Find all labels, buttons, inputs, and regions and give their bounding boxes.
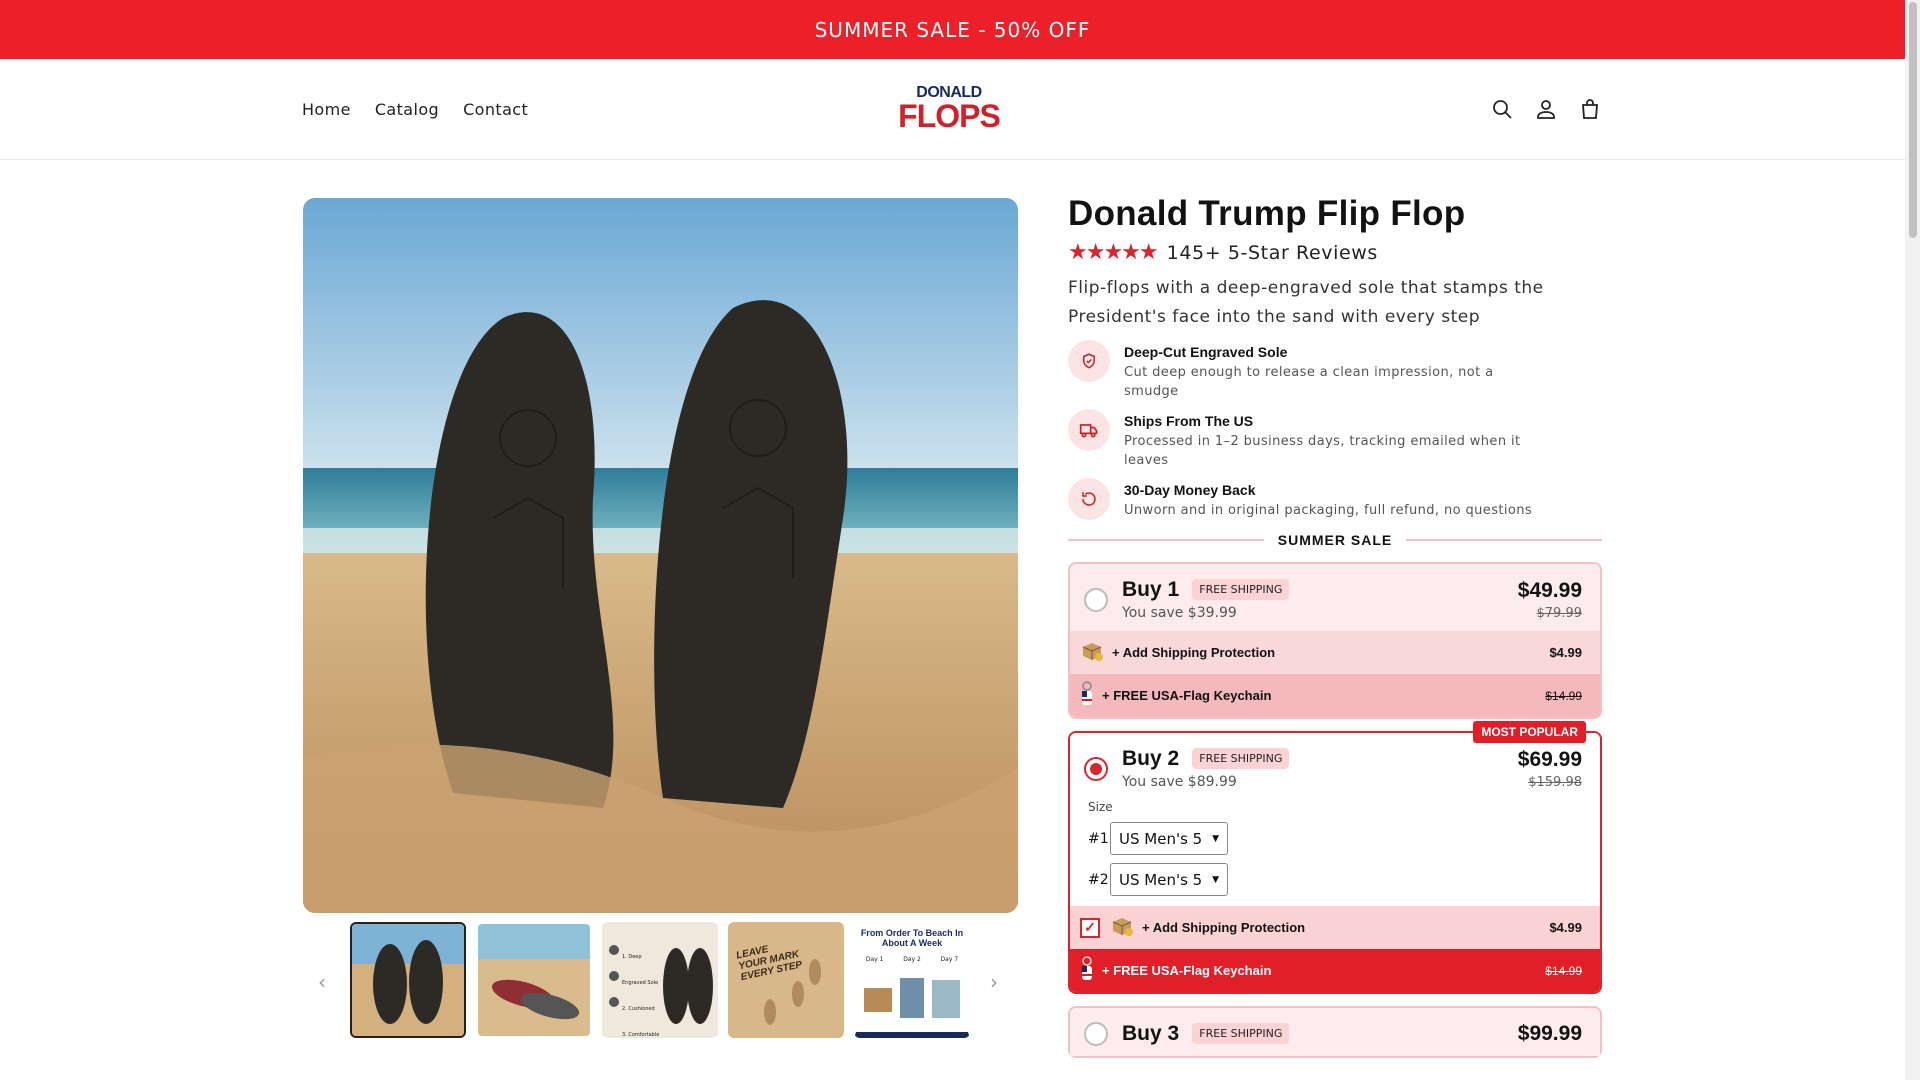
announcement-text: SUMMER SALE - 50% OFF (814, 17, 1091, 42)
bundle-3-radio[interactable] (1084, 1022, 1108, 1046)
bundle-2-savings: You save $89.99 (1122, 774, 1237, 790)
thumbnail-2[interactable] (476, 922, 592, 1038)
bundle-3-title: Buy 3 (1122, 1022, 1180, 1045)
keychain-label: + FREE USA-Flag Keychain (1102, 688, 1272, 703)
thumbnail-prev-button[interactable]: ‹ (318, 970, 326, 994)
feature-title: Deep-Cut Engraved Sole (1124, 344, 1288, 360)
caret-down-icon: ▼ (1212, 833, 1219, 844)
truck-icon (1068, 409, 1110, 451)
main-nav: Home Catalog Contact (302, 100, 528, 119)
bundle-1-compare-price: $79.99 (1536, 605, 1583, 621)
feature-title: Ships From The US (1124, 413, 1254, 429)
bundle-2-keychain: + FREE USA-Flag Keychain $14.99 (1070, 949, 1600, 992)
product-info: Donald Trump Flip Flop ★★★★★ 145+ 5-Star… (1068, 194, 1603, 1058)
caret-down-icon: ▼ (1212, 874, 1219, 885)
nav-home[interactable]: Home (302, 100, 351, 119)
thumb3-line-2: 2. Cushioned (622, 1006, 655, 1012)
keychain-icon (1080, 956, 1094, 985)
shipping-protection-checkbox[interactable]: ✓ (1080, 917, 1100, 938)
site-header: Home Catalog Contact DONALD FLOPS (0, 59, 1905, 160)
shield-icon (1068, 340, 1110, 382)
feature-text: Unworn and in original packaging, full r… (1124, 503, 1533, 518)
logo-line-2: FLOPS (898, 98, 1001, 134)
bundle-buy-2[interactable]: MOST POPULAR Buy 2 FREE SHIPPING You sav… (1068, 721, 1602, 994)
product-title: Donald Trump Flip Flop (1068, 194, 1466, 233)
protection-price: $4.99 (1549, 920, 1582, 935)
product-main-image[interactable] (303, 198, 1018, 913)
protection-label: + Add Shipping Protection (1112, 645, 1276, 660)
free-shipping-badge: FREE SHIPPING (1192, 748, 1290, 769)
bundle-2-price: $69.99 (1517, 747, 1582, 771)
feature-text: Cut deep enough to release a clean impre… (1124, 365, 1494, 399)
rating-row[interactable]: ★★★★★ 145+ 5-Star Reviews (1068, 240, 1602, 265)
free-shipping-badge: FREE SHIPPING (1192, 1023, 1290, 1044)
bundle-2-radio[interactable] (1084, 756, 1108, 781)
thumb5-day-2: Day 2 (903, 956, 921, 963)
thumb5-day-3: Day 7 (940, 956, 959, 963)
package-icon (1080, 639, 1104, 666)
feature-text: Processed in 1–2 business days, tracking… (1124, 434, 1521, 468)
protection-label: + Add Shipping Protection (1142, 920, 1306, 935)
product-description: Flip-flops with a deep-engraved sole tha… (1068, 278, 1544, 327)
star-rating-icon: ★★★★★ (1068, 240, 1159, 265)
size-number-2: #2 (1088, 871, 1109, 888)
bundle-buy-3[interactable]: Buy 3 FREE SHIPPING $99.99 (1068, 1006, 1602, 1058)
size-selectors: Size #1 US Men's 5 ▼ #2 US Men's 5 ▼ (1070, 800, 1600, 906)
bundle-buy-1[interactable]: Buy 1 FREE SHIPPING You save $39.99 $49.… (1068, 562, 1602, 719)
sale-divider: SUMMER SALE (1068, 532, 1603, 548)
bundle-1-keychain: + FREE USA-Flag Keychain $14.99 (1070, 674, 1600, 717)
bundle-1-savings: You save $39.99 (1122, 605, 1237, 621)
bundle-1-radio[interactable] (1084, 587, 1108, 612)
package-icon (1110, 914, 1134, 941)
search-icon[interactable] (1490, 97, 1514, 121)
thumbnail-5[interactable]: From Order To Beach In About A Week Day … (854, 922, 970, 1038)
keychain-price: $14.99 (1545, 688, 1582, 703)
nav-contact[interactable]: Contact (463, 100, 528, 119)
most-popular-badge: MOST POPULAR (1473, 721, 1586, 743)
free-shipping-badge: FREE SHIPPING (1192, 579, 1290, 600)
size-select-2-value: US Men's 5 (1119, 870, 1203, 889)
size-select-1[interactable]: US Men's 5 ▼ (1110, 822, 1228, 855)
thumbnail-strip: 1. Deep Engraved Sole 2. Cushioned 3. Co… (350, 922, 970, 1038)
page-scrollbar[interactable] (1905, 0, 1920, 1080)
keychain-icon (1080, 681, 1094, 710)
reviews-count: 145+ 5-Star Reviews (1166, 241, 1378, 264)
cart-icon[interactable] (1578, 97, 1602, 121)
thumbnail-1[interactable] (350, 922, 466, 1038)
nav-catalog[interactable]: Catalog (375, 100, 439, 119)
bundle-1-title: Buy 1 (1122, 578, 1180, 601)
feature-item: Deep-Cut Engraved Sole Cut deep enough t… (1068, 340, 1602, 401)
bundle-1-shipping-protection[interactable]: + Add Shipping Protection $4.99 (1070, 631, 1600, 674)
size-select-1-value: US Men's 5 (1119, 829, 1203, 848)
bundle-2-title: Buy 2 (1122, 747, 1180, 770)
header-icons (1490, 97, 1602, 121)
bundle-1-price: $49.99 (1517, 578, 1582, 602)
feature-title: 30-Day Money Back (1124, 482, 1256, 498)
keychain-label: + FREE USA-Flag Keychain (1102, 963, 1272, 978)
bundle-3-price: $99.99 (1517, 1022, 1582, 1045)
thumb5-title: From Order To Beach In About A Week (860, 928, 964, 948)
sale-label: SUMMER SALE (1277, 532, 1393, 548)
size-select-2[interactable]: US Men's 5 ▼ (1110, 863, 1228, 896)
refresh-icon (1068, 478, 1110, 520)
thumb3-line-1: 1. Deep Engraved Sole (622, 954, 659, 986)
thumb5-day-1: Day 1 (865, 956, 884, 963)
size-label: Size (1088, 800, 1113, 814)
scrollbar-thumb[interactable] (1909, 2, 1917, 238)
thumb3-line-3: 3. Comfortable (622, 1032, 660, 1038)
keychain-price: $14.99 (1545, 963, 1582, 978)
size-number-1: #1 (1088, 830, 1109, 847)
thumbnail-3[interactable]: 1. Deep Engraved Sole 2. Cushioned 3. Co… (602, 922, 718, 1038)
bundle-2-compare-price: $159.98 (1528, 774, 1582, 790)
announcement-bar: SUMMER SALE - 50% OFF (0, 0, 1905, 59)
feature-item: 30-Day Money Back Unworn and in original… (1068, 478, 1602, 520)
site-logo[interactable]: DONALD FLOPS (888, 85, 1010, 134)
feature-item: Ships From The US Processed in 1–2 busin… (1068, 409, 1602, 470)
thumbnail-4[interactable]: LEAVE YOUR MARK EVERY STEP (728, 922, 844, 1038)
bundle-2-shipping-protection[interactable]: ✓ + Add Shipping Protection $4.99 (1070, 906, 1600, 949)
protection-price: $4.99 (1549, 645, 1582, 660)
thumbnail-next-button[interactable]: › (990, 970, 998, 994)
account-icon[interactable] (1534, 97, 1558, 121)
